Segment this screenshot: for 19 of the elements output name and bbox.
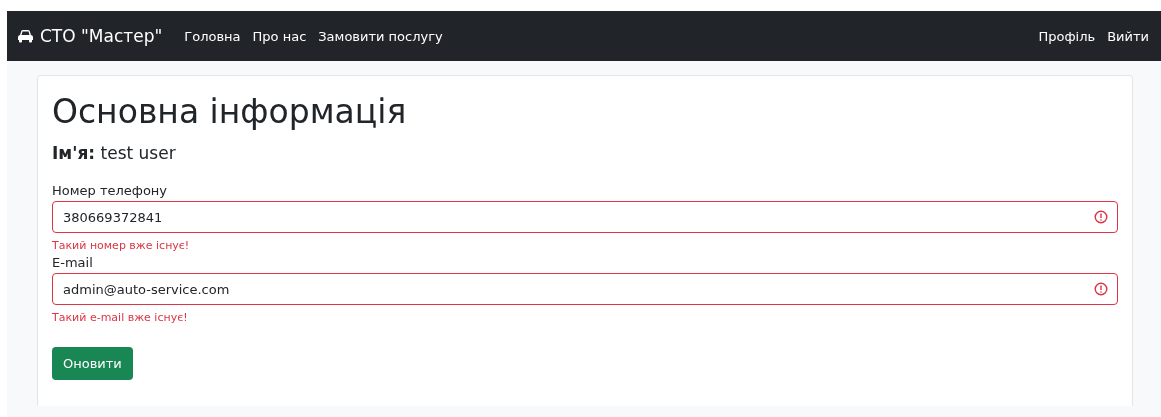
field-label: E-mail: [52, 255, 94, 270]
nav-link[interactable]: Про нас: [252, 28, 307, 44]
field-label: Номер телефону: [52, 183, 169, 198]
error-icon: [1094, 282, 1108, 296]
nav-link[interactable]: Головна: [184, 28, 241, 44]
error-message: Такий номер вже існує!: [52, 239, 191, 252]
error-message: Такий e-mail вже існує!: [52, 311, 189, 324]
brand-link[interactable]: СТО "Мастер": [17, 26, 163, 46]
error-icon: [1094, 210, 1108, 224]
nav-link[interactable]: Профіль: [1038, 28, 1096, 44]
page-title: Основна інформація: [52, 92, 408, 131]
name-text: Ім'я: test user: [52, 143, 177, 163]
update-button[interactable]: Оновити: [52, 347, 133, 380]
input-field[interactable]: 380669372841: [52, 201, 1118, 233]
brand-text: СТО "Мастер": [40, 26, 163, 46]
input-field[interactable]: admin@auto-service.com: [52, 273, 1118, 305]
nav-link[interactable]: Замовити послугу: [318, 28, 443, 44]
car-icon: [17, 29, 34, 43]
nav-link[interactable]: Вийти: [1107, 28, 1149, 44]
